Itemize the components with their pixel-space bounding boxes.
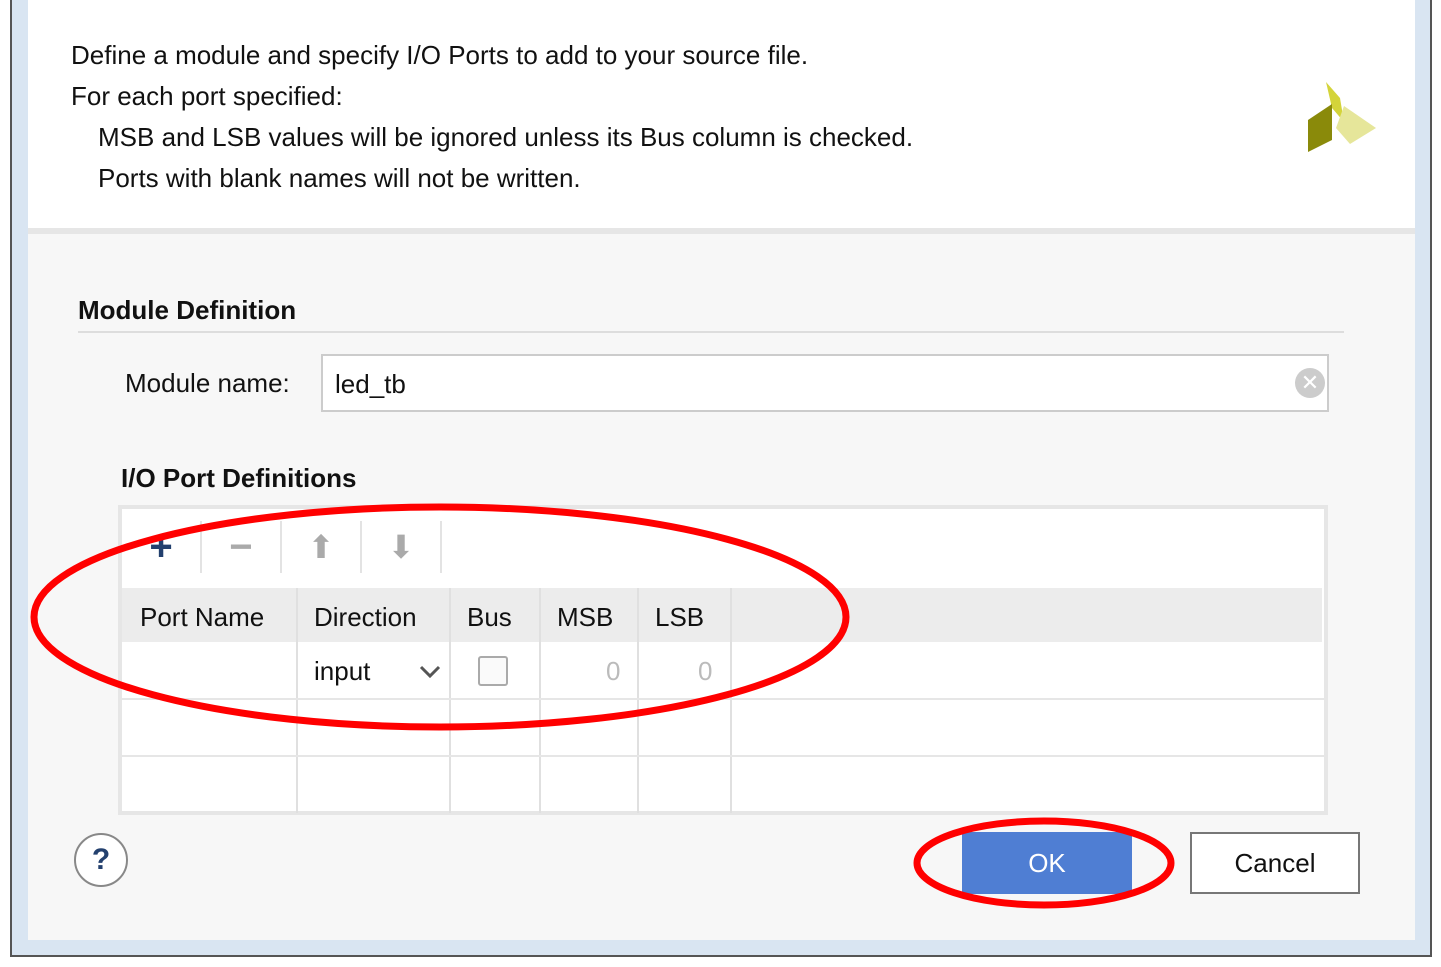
module-definition-title: Module Definition: [78, 295, 297, 325]
move-up-button[interactable]: ⬆: [282, 521, 362, 573]
port-toolbar: + − ⬆ ⬇: [122, 509, 1324, 587]
port-name-cell[interactable]: [126, 654, 296, 688]
header-lsb[interactable]: LSB: [655, 602, 704, 633]
dialog-header: Define a module and specify I/O Ports to…: [28, 0, 1415, 228]
xilinx-logo-icon: [1308, 82, 1376, 152]
table-row: input 0 0: [122, 644, 1324, 698]
column-msb: MSB: [541, 588, 639, 813]
header-direction[interactable]: Direction: [314, 602, 417, 633]
msb-cell[interactable]: 0: [606, 656, 620, 687]
divider: [78, 331, 1344, 333]
bus-checkbox[interactable]: [478, 656, 508, 686]
help-button[interactable]: ?: [74, 833, 128, 887]
cancel-button[interactable]: Cancel: [1190, 832, 1360, 894]
direction-select[interactable]: input: [314, 656, 370, 687]
move-down-button[interactable]: ⬇: [362, 521, 442, 573]
column-bus: Bus: [451, 588, 541, 813]
port-table: + − ⬆ ⬇ Port Name Direction Bus MSB LSB …: [118, 505, 1328, 815]
chevron-down-icon[interactable]: [418, 664, 442, 680]
module-name-label: Module name:: [125, 368, 290, 398]
header-port-name[interactable]: Port Name: [140, 602, 264, 633]
add-port-button[interactable]: +: [122, 521, 202, 573]
row-divider: [122, 698, 1324, 700]
module-name-input[interactable]: led_tb ✕: [321, 354, 1329, 412]
description-line: Ports with blank names will not be writt…: [98, 163, 581, 193]
column-lsb: LSB: [639, 588, 732, 813]
column-port-name: Port Name: [122, 588, 298, 813]
row-divider: [122, 755, 1324, 757]
description-line: MSB and LSB values will be ignored unles…: [98, 122, 914, 152]
clear-icon[interactable]: ✕: [1295, 368, 1325, 398]
description-line: Define a module and specify I/O Ports to…: [71, 40, 809, 70]
module-name-value: led_tb: [335, 369, 406, 399]
header-msb[interactable]: MSB: [557, 602, 613, 633]
column-direction: Direction: [298, 588, 451, 813]
io-port-definitions-title: I/O Port Definitions: [121, 463, 357, 493]
ok-button[interactable]: OK: [962, 832, 1132, 894]
remove-port-button[interactable]: −: [202, 521, 282, 573]
description-line: For each port specified:: [71, 81, 343, 111]
header-bus[interactable]: Bus: [467, 602, 512, 633]
lsb-cell[interactable]: 0: [698, 656, 712, 687]
